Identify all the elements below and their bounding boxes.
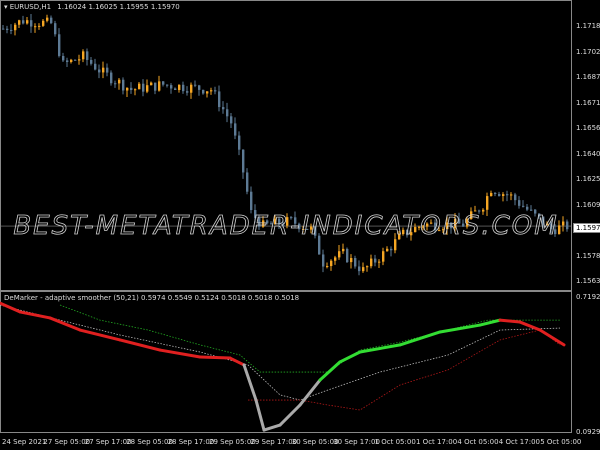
time-tick-label: 30 Sep 17:00	[333, 438, 380, 446]
middle-level-line	[0, 304, 561, 401]
svg-text:BEST-METATRADER-INDICATORS.COM: BEST-METATRADER-INDICATORS.COM	[13, 211, 558, 241]
indicator-header: DeMarker - adaptive smoother (50,21) 0.5…	[4, 294, 300, 302]
smoother-segment	[254, 398, 266, 432]
collapse-triangle-icon[interactable]: ▾	[4, 3, 8, 11]
price-tick-label: 1.16095	[576, 200, 600, 209]
smoother-segment	[278, 403, 302, 427]
smoother-segment	[0, 301, 22, 314]
time-tick-label: 28 Sep 05:00	[126, 438, 173, 446]
price-tick-label: 1.15785	[576, 251, 600, 260]
indicator-chart	[0, 301, 566, 432]
indicator-max-label: 0.7192	[576, 293, 600, 301]
symbol-label: EURUSD,H1	[9, 3, 52, 11]
smoother-segment	[438, 323, 482, 334]
smoother-segment	[358, 343, 402, 354]
price-tick-label: 1.16250	[576, 175, 600, 183]
time-tick-label: 27 Sep 17:00	[84, 438, 132, 446]
smoother-segment	[498, 318, 522, 324]
time-tick-label: 29 Sep 17:00	[250, 438, 298, 446]
smoother-segment	[242, 363, 258, 402]
smoother-segment	[398, 330, 442, 347]
smoother-segment	[48, 316, 82, 332]
smoother-segment	[198, 355, 232, 360]
lower-level-line	[248, 329, 561, 411]
symbol-header: ▾ EURUSD,H1 1.16024 1.16025 1.15955 1.15…	[4, 3, 180, 11]
smoother-segment	[18, 310, 52, 320]
time-tick-label: 4 Oct 05:00	[457, 438, 499, 446]
price-tick-label: 1.15630	[576, 277, 600, 285]
smoother-segment	[318, 360, 342, 382]
time-tick-label: 5 Oct 05:00	[540, 438, 582, 446]
current-price-label: 1.15970	[573, 223, 600, 233]
price-tick-label: 1.17180	[576, 22, 600, 30]
ohlc-values: 1.16024 1.16025 1.15955 1.15970	[57, 3, 180, 11]
smoother-segment	[118, 338, 162, 352]
price-tick-label: 1.16405	[576, 149, 600, 158]
smoother-segment	[228, 356, 246, 367]
time-tick-label: 1 Oct 05:00	[374, 438, 416, 446]
indicator-min-label: 0.0929	[576, 428, 600, 436]
smoother-segment	[78, 328, 122, 342]
time-tick-label: 1 Oct 17:00	[416, 438, 458, 446]
smoother-segment	[262, 423, 282, 432]
smoother-segment	[478, 318, 502, 327]
time-tick-label: 24 Sep 2021	[2, 438, 47, 446]
price-tick-label: 1.16715	[576, 98, 600, 107]
watermark: BEST-METATRADER-INDICATORS.COM	[13, 211, 558, 242]
time-tick-label: 27 Sep 05:00	[43, 438, 91, 446]
price-tick-label: 1.16870	[576, 73, 600, 81]
time-tick-label: 29 Sep 05:00	[209, 438, 256, 446]
price-tick-label: 1.16560	[576, 124, 600, 132]
time-tick-label: 28 Sep 17:00	[167, 438, 215, 446]
smoother-segment	[338, 350, 362, 364]
smoother-segment	[298, 378, 322, 407]
time-tick-label: 30 Sep 05:00	[291, 438, 339, 446]
time-tick-label: 4 Oct 17:00	[498, 438, 540, 446]
smoother-segment	[538, 328, 566, 347]
price-tick-label: 1.17025	[576, 47, 600, 56]
